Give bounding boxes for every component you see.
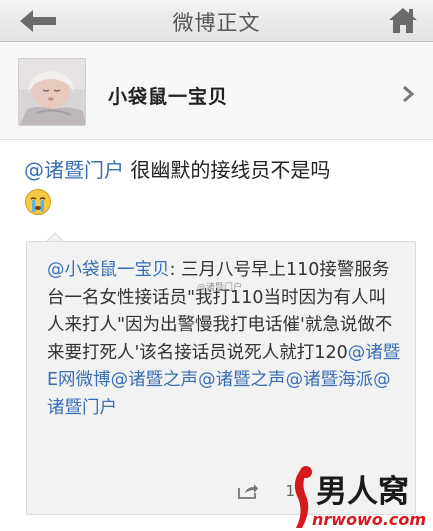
mention-link[interactable]: @诸暨海派	[286, 370, 374, 390]
chevron-right-icon[interactable]	[401, 84, 415, 104]
page-title: 微博正文	[172, 11, 261, 35]
image-watermark: @诸暨门户	[197, 283, 243, 293]
nav-bar: 微博正文	[0, 0, 433, 42]
mention-link[interactable]: @诸暨门户	[24, 158, 124, 182]
crying-face-emoji-icon	[25, 189, 51, 215]
avatar[interactable]	[18, 58, 86, 126]
mention-link[interactable]: @诸暨之声	[198, 370, 286, 390]
repost-author-link[interactable]: @小袋鼠一宝贝	[47, 260, 170, 280]
site-logo: 男人窝 nrwowo.com	[294, 466, 426, 529]
logo-domain: nrwowo.com	[312, 510, 426, 529]
logo-text: 男人窝	[316, 474, 409, 510]
user-name[interactable]: 小袋鼠一宝贝	[108, 82, 228, 109]
post-text: @诸暨门户 很幽默的接线员不是吗	[24, 156, 414, 184]
repost-icon[interactable]	[237, 482, 259, 500]
user-profile-row[interactable]: 小袋鼠一宝贝	[0, 42, 433, 140]
mention-link[interactable]: @诸暨之声	[111, 370, 199, 390]
post-body: 很幽默的接线员不是吗	[124, 158, 331, 182]
home-icon[interactable]	[387, 6, 419, 34]
